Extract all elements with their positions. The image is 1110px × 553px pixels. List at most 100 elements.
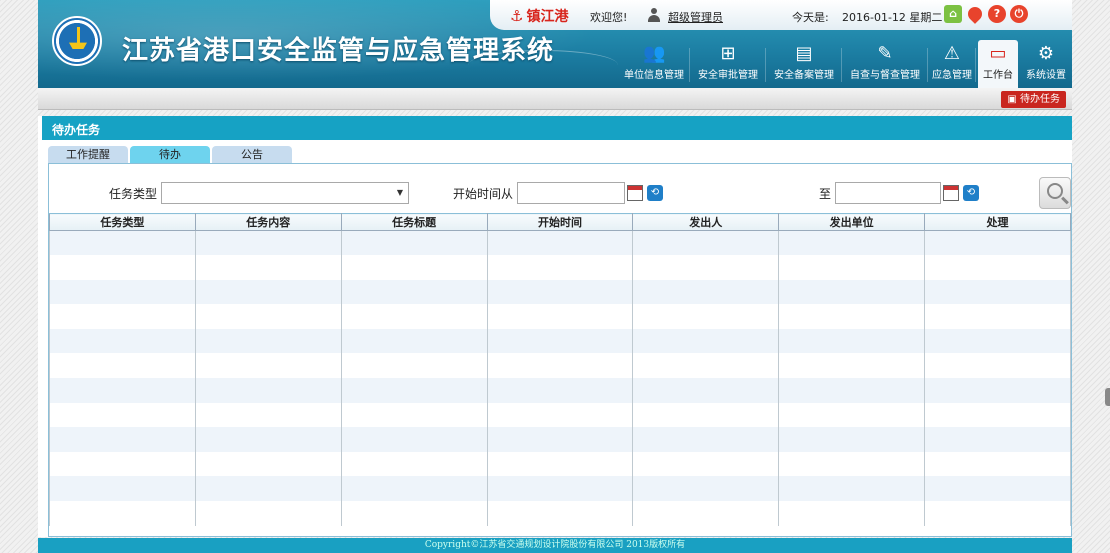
table-cell: [486, 476, 634, 502]
calendar-icon[interactable]: [943, 185, 959, 201]
table-cell: [194, 501, 342, 526]
column-header[interactable]: 处理: [924, 213, 1071, 231]
table-row[interactable]: [49, 501, 1071, 526]
task-type-select[interactable]: ▼: [161, 182, 409, 204]
footer-copyright: Copyright©江苏省交通规划设计院股份有限公司 2013版权所有: [38, 538, 1072, 553]
today-label: 今天是:: [792, 11, 829, 24]
search-button[interactable]: [1039, 177, 1071, 209]
table-row[interactable]: [49, 279, 1071, 305]
table-cell: [340, 402, 488, 428]
table-cell: [632, 378, 780, 403]
warning-triangle-icon: ⚠: [943, 43, 961, 64]
table-row[interactable]: [49, 230, 1071, 256]
table-cell: [194, 427, 342, 452]
table-row[interactable]: [49, 402, 1071, 428]
user-icon: [648, 8, 660, 22]
start-time-from-label: 开始时间从: [453, 187, 514, 201]
anchor-icon: ⚓: [510, 7, 524, 25]
table-row[interactable]: [49, 476, 1071, 502]
table-cell: [340, 328, 488, 354]
table-cell: [924, 451, 1071, 477]
start-time-to-input[interactable]: [835, 182, 941, 204]
monitor-icon: ▭: [989, 43, 1007, 64]
people-icon: 👥: [643, 43, 666, 64]
menu-label: 安全审批管理: [698, 70, 758, 81]
tab-announcement[interactable]: 公告: [212, 146, 292, 164]
menu-self-inspection[interactable]: ✎ 自查与督查管理: [842, 40, 928, 88]
todo-tasks-button[interactable]: ▣ 待办任务: [1001, 91, 1066, 108]
table-cell: [632, 304, 780, 329]
table-cell: [340, 378, 488, 403]
table-cell: [778, 476, 926, 502]
clear-icon[interactable]: ⟲: [963, 185, 979, 201]
tab-content: 任务类型 ▼ 开始时间从 ⟲ 至 ⟲ 任务类型 任务内容 任务标题 开始时间 发…: [48, 163, 1072, 537]
gear-icon: ⚙: [1037, 43, 1055, 64]
menu-safety-approval[interactable]: ⊞ 安全审批管理: [690, 40, 766, 88]
username-link[interactable]: 超级管理员: [668, 9, 723, 25]
table-cell: [194, 451, 342, 477]
table-cell: [632, 402, 780, 428]
welcome-text: 欢迎您!: [590, 11, 628, 24]
table-cell: [49, 304, 196, 329]
calendar-icon[interactable]: [627, 185, 643, 201]
power-icon[interactable]: ⏻: [1010, 5, 1028, 23]
table-row[interactable]: [49, 328, 1071, 354]
table-cell: [340, 279, 488, 305]
table-cell: [632, 427, 780, 452]
table-row[interactable]: [49, 353, 1071, 379]
column-header[interactable]: 开始时间: [486, 213, 634, 231]
table-cell: [632, 353, 780, 379]
table-cell: [49, 402, 196, 428]
table-cell: [778, 230, 926, 256]
table-cell: [194, 255, 342, 280]
column-header[interactable]: 发出人: [632, 213, 780, 231]
collapse-handle[interactable]: [1105, 388, 1110, 406]
table-cell: [778, 451, 926, 477]
tab-work-reminder[interactable]: 工作提醒: [48, 146, 128, 164]
menu-unit-info[interactable]: 👥 单位信息管理: [618, 40, 690, 88]
todo-panel: 待办任务 工作提醒 待办 公告 任务类型 ▼ 开始时间从 ⟲ 至 ⟲ 任务类型 …: [38, 116, 1072, 537]
table-row[interactable]: [49, 304, 1071, 329]
current-date: 2016-01-12 星期二: [842, 11, 943, 24]
table-cell: [49, 501, 196, 526]
menu-system-settings[interactable]: ⚙ 系统设置: [1022, 40, 1070, 88]
help-icon[interactable]: ?: [988, 5, 1006, 23]
table-cell: [49, 230, 196, 256]
table-row[interactable]: [49, 451, 1071, 477]
org-chart-icon: ⊞: [720, 43, 736, 64]
table-cell: [49, 279, 196, 305]
table-cell: [924, 279, 1071, 305]
table-cell: [778, 427, 926, 452]
port-name[interactable]: ⚓ 镇江港: [510, 6, 568, 26]
table-cell: [194, 402, 342, 428]
table-cell: [924, 353, 1071, 379]
tab-todo[interactable]: 待办: [130, 146, 210, 164]
table-row[interactable]: [49, 427, 1071, 452]
chevron-down-icon: ▼: [396, 188, 404, 197]
menu-workbench[interactable]: ▭ 工作台: [978, 40, 1018, 88]
table-cell: [486, 501, 634, 526]
table-cell: [778, 402, 926, 428]
table-cell: [486, 353, 634, 379]
table-row[interactable]: [49, 255, 1071, 280]
start-time-from-input[interactable]: [517, 182, 625, 204]
table-cell: [924, 328, 1071, 354]
column-header[interactable]: 任务类型: [49, 213, 196, 231]
column-header[interactable]: 发出单位: [778, 213, 926, 231]
home-icon[interactable]: ⌂: [944, 5, 962, 23]
left-background: [0, 0, 38, 553]
column-header[interactable]: 任务内容: [194, 213, 342, 231]
table-cell: [340, 230, 488, 256]
table-cell: [49, 353, 196, 379]
menu-emergency[interactable]: ⚠ 应急管理: [928, 40, 976, 88]
table-cell: [924, 255, 1071, 280]
clear-icon[interactable]: ⟲: [647, 185, 663, 201]
table-cell: [632, 230, 780, 256]
table-cell: [632, 279, 780, 305]
table-cell: [49, 328, 196, 354]
document-icon: ▤: [795, 43, 813, 64]
menu-label: 系统设置: [1026, 70, 1066, 81]
column-header[interactable]: 任务标题: [340, 213, 488, 231]
menu-safety-record[interactable]: ▤ 安全备案管理: [766, 40, 842, 88]
table-row[interactable]: [49, 378, 1071, 403]
